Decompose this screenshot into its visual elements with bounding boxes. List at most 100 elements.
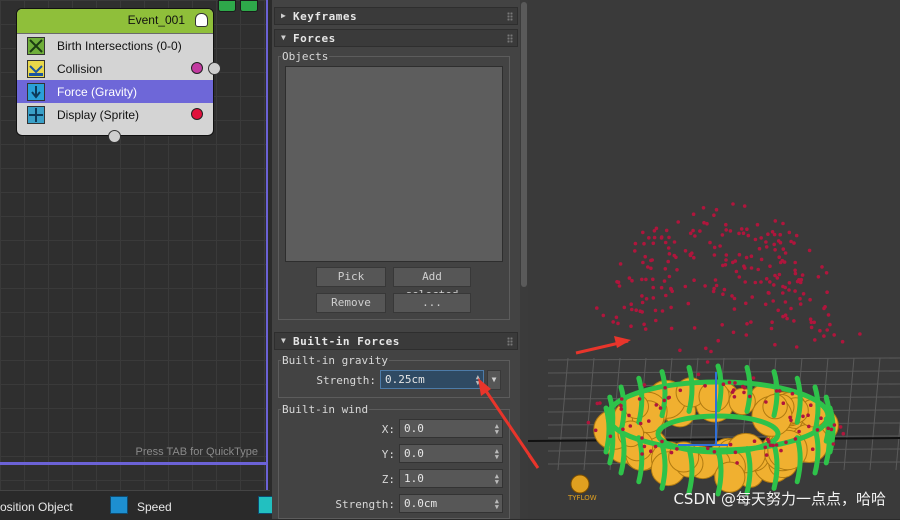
particle [614,315,619,320]
particle [764,245,769,249]
spinner-icon[interactable]: ▲ ▼ [495,498,499,511]
particle [831,442,836,446]
rollout-title: Keyframes [293,10,358,23]
collision-output-connector[interactable] [208,62,221,75]
depot-item-speed[interactable]: Speed [137,500,172,514]
operator-force-gravity[interactable]: Force (Gravity) [17,80,213,103]
event-node[interactable]: Event_001 Birth Intersections (0-0) Coll… [16,8,221,143]
particle [622,305,627,310]
gravity-dropdown-button[interactable]: ▼ [487,370,501,390]
particle [737,252,742,257]
spinner-icon[interactable]: ▲ ▼ [476,374,480,387]
particle [783,300,788,304]
particle [778,232,782,237]
particle [744,333,749,337]
particle [787,288,791,292]
wind-x-field[interactable]: 0.0 ▲ ▼ [399,419,503,438]
particle [667,235,671,240]
particle [691,212,696,216]
particle [646,265,650,269]
depot-item-position-object[interactable]: osition Object [0,500,73,514]
viewport-3d[interactable]: TYFLOW CSDN @每天努力一点点，哈哈 [528,0,900,519]
particle [781,284,785,289]
particle [712,245,717,250]
display-icon [27,105,45,124]
particle [619,403,623,408]
lightbulb-icon[interactable] [195,13,208,27]
particle [727,380,732,385]
particle [675,447,679,451]
particle [763,445,768,450]
particle [832,333,836,337]
rollout-builtin-forces[interactable]: ▼ Built-in Forces [274,332,518,350]
wind-z-label: Z: [381,473,395,486]
operator-collision[interactable]: Collision [17,57,221,80]
particle-flow-editor[interactable]: Event_001 Birth Intersections (0-0) Coll… [0,0,268,490]
particle [809,320,814,325]
green-toggle-icon[interactable] [218,0,236,12]
objects-list[interactable] [285,66,503,262]
gravity-strength-field[interactable]: 0.25cm ▲ ▼ [380,370,484,389]
operator-birth-intersections[interactable]: Birth Intersections (0-0) [17,34,213,57]
birth-intersections-icon [27,36,45,55]
remove-button[interactable]: Remove [316,293,386,313]
particle [759,236,763,240]
particle [841,431,846,436]
particle [787,281,792,285]
particle [641,230,645,235]
particle [781,401,786,406]
wind-z-field[interactable]: 1.0 ▲ ▼ [399,469,503,488]
rollout-keyframes[interactable]: ▶ Keyframes [274,7,518,25]
particle [663,386,667,390]
particle [683,249,688,253]
particle [644,277,648,282]
add-selected-button[interactable]: Add selected [393,267,471,301]
particle [779,448,783,453]
spinner-icon[interactable]: ▲ ▼ [495,473,499,486]
operator-display-sprite[interactable]: Display (Sprite) [17,103,213,126]
operator-depot-strip[interactable]: osition Object Speed [0,490,276,520]
scrollbar-thumb[interactable] [521,2,527,287]
particle [809,325,814,330]
spinner-icon[interactable]: ▲ ▼ [495,448,499,461]
particle [718,244,722,248]
event-input-connector[interactable] [108,130,121,143]
particle [792,319,796,323]
wind-y-label: Y: [381,448,395,461]
particle [741,384,745,389]
wind-y-field[interactable]: 0.0 ▲ ▼ [399,444,503,463]
rollout-forces[interactable]: ▼ Forces [274,29,518,47]
particle [771,299,775,303]
particle [669,450,674,455]
particle [735,461,739,465]
particle [724,253,729,257]
event-header[interactable]: Event_001 [17,9,213,34]
spinner-icon[interactable]: ▲ ▼ [495,423,499,436]
particle [743,280,747,284]
particle [801,292,806,296]
tyflow-label: TYFLOW [568,494,597,502]
particle [633,241,638,246]
particle [840,339,845,344]
particle [794,233,799,238]
particle [787,230,792,235]
collision-output-dot[interactable] [191,62,203,74]
wind-strength-field[interactable]: 0.0cm ▲ ▼ [399,494,503,513]
particle [772,283,776,287]
particle [667,274,672,279]
expand-triangle-icon: ▶ [281,11,286,20]
display-color-dot[interactable] [191,108,203,120]
loop-arrow-icon[interactable] [240,0,258,12]
particle [708,240,712,245]
grid-axis-line [528,437,900,442]
particle [619,407,624,411]
particle [638,421,643,426]
particle [807,248,812,253]
pick-button[interactable]: Pick [316,267,386,287]
particle [669,305,673,310]
particle [676,220,680,224]
panel-scrollbar[interactable] [520,0,528,519]
particle [767,291,771,295]
more-button[interactable]: ... [393,293,471,313]
watermark: CSDN @每天努力一点点，哈哈 [673,490,886,508]
